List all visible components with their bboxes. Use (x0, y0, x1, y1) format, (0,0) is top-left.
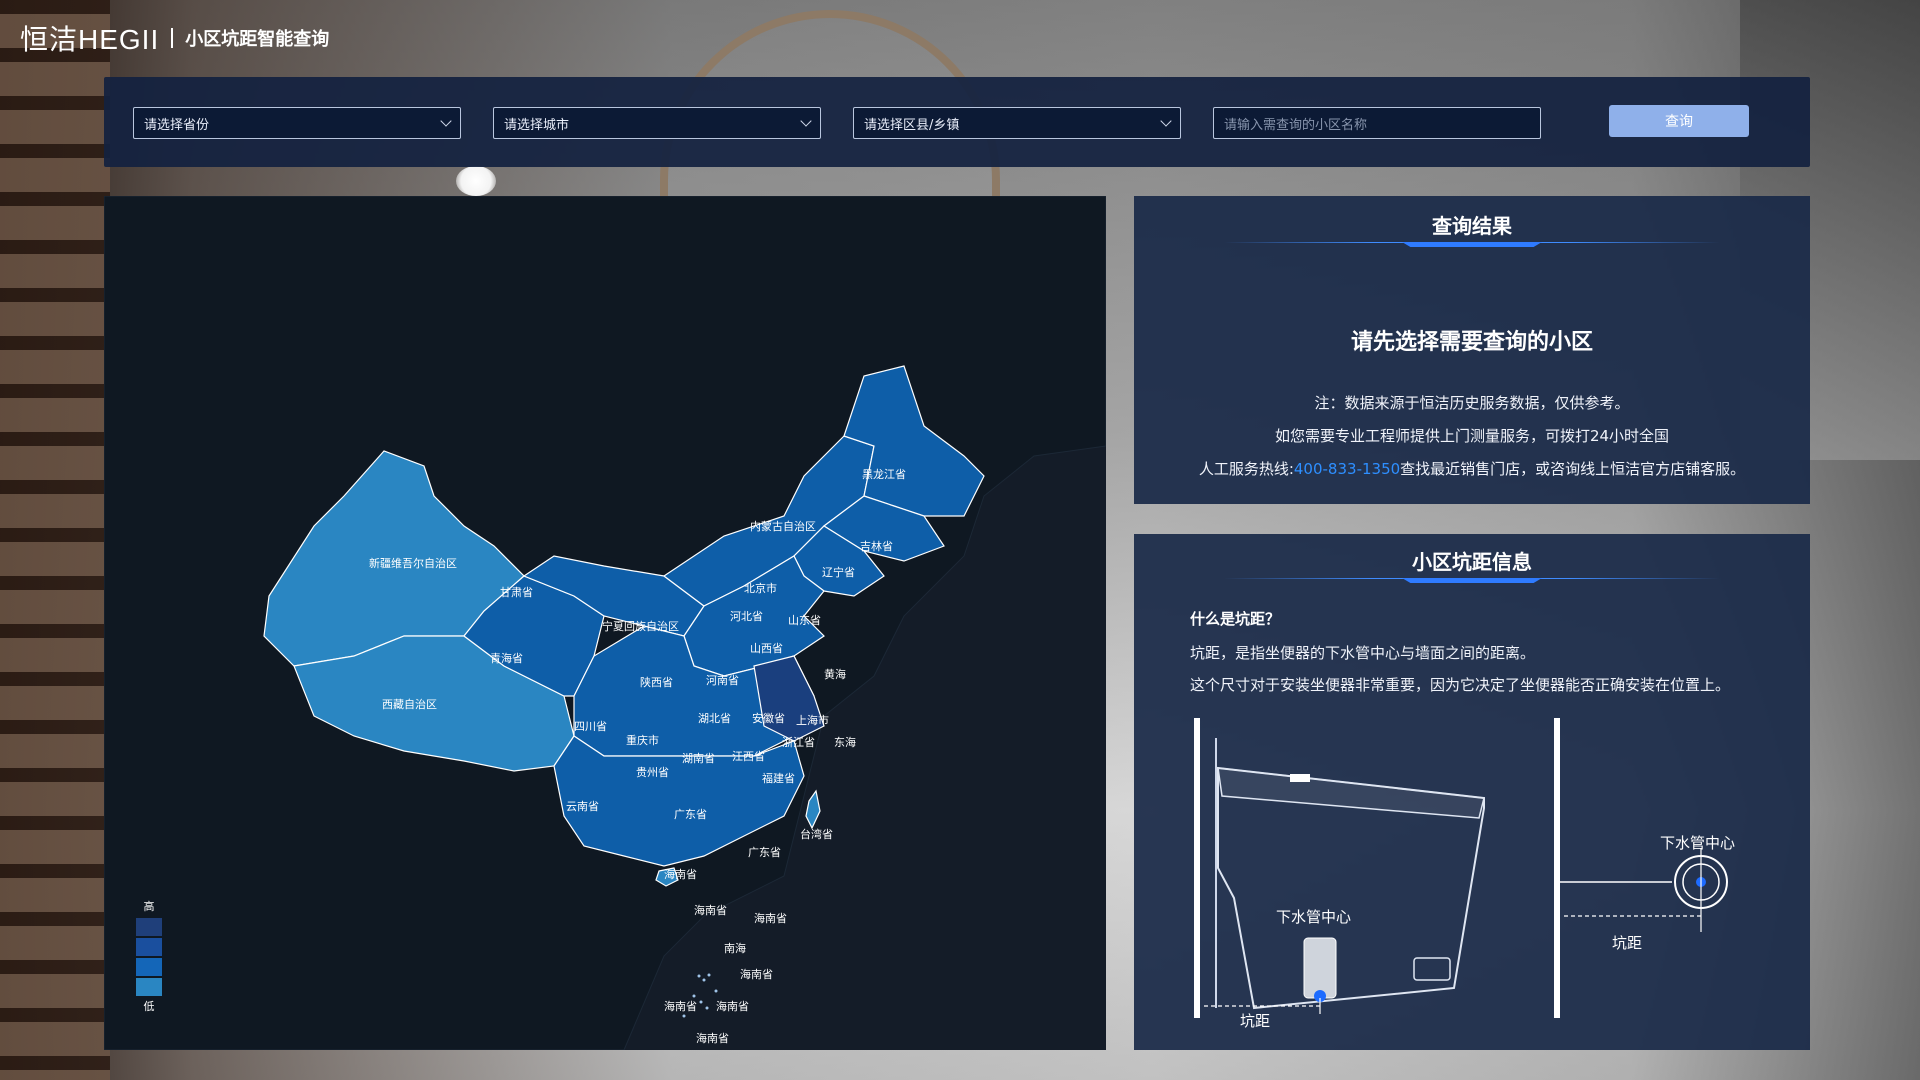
map-label-hunan: 湖南省 (682, 752, 715, 765)
map-label-taiwan: 台湾省 (800, 827, 833, 841)
community-search-placeholder: 请输入需查询的小区名称 (1224, 117, 1368, 133)
note-line3-prefix: 人工服务热线: (1198, 460, 1294, 478)
community-search-input[interactable]: 请输入需查询的小区名称 (1213, 107, 1541, 139)
result-note-line3: 人工服务热线:400-833-1350查找最近销售门店，或咨询线上恒洁官方店铺客… (1134, 458, 1810, 479)
map-label-shanxi: 山西省 (750, 642, 783, 655)
chevron-down-icon (440, 115, 452, 127)
map-label-hubei: 湖北省 (698, 712, 731, 725)
map-label-hebei: 河北省 (730, 610, 763, 623)
map-label-island-4: 海南省 (664, 999, 697, 1013)
map-label-liaoning: 辽宁省 (822, 565, 855, 579)
map-label-zhejiang: 浙江省 (782, 736, 815, 749)
district-select[interactable]: 请选择区县/乡镇 (853, 107, 1181, 139)
map-label-guangdong: 广东省 (748, 846, 781, 859)
map-label-xinjiang: 新疆维吾尔自治区 (369, 556, 457, 570)
map-label-qinghai: 青海省 (490, 651, 523, 665)
drain-top-diagram: 下水管中心 坑距 (1554, 718, 1774, 1028)
header-divider (171, 28, 174, 48)
legend-swatch (136, 978, 162, 996)
result-title: 查询结果 (1432, 214, 1512, 238)
hotline-link[interactable]: 400-833-1350 (1294, 460, 1400, 478)
map-label-neimenggu: 内蒙古自治区 (750, 519, 816, 533)
map-label-island-2: 海南省 (754, 911, 787, 925)
china-map: 新疆维吾尔自治区 西藏自治区 青海省 甘肃省 内蒙古自治区 黑龙江省 吉林省 辽… (104, 196, 1106, 1050)
city-select-text: 请选择城市 (504, 117, 570, 133)
result-heading: 请先选择需要查询的小区 (1350, 330, 1593, 355)
province-select-text: 请选择省份 (144, 117, 210, 133)
map-label-island-1: 海南省 (694, 903, 727, 917)
map-label-chongqing: 重庆市 (626, 733, 659, 747)
map-label-hainan: 海南省 (664, 867, 697, 881)
background-slats (0, 0, 110, 1080)
map-label-fujian: 福建省 (762, 771, 795, 785)
diagram-right-drain-label: 下水管中心 (1660, 834, 1736, 852)
map-label-guizhou: 贵州省 (636, 766, 669, 779)
toilet-side-diagram: 下水管中心 坑距 (1194, 718, 1504, 1030)
legend-low-label: 低 (143, 1000, 155, 1013)
map-label-guangxi: 广东省 (674, 808, 707, 821)
drain-top-illustration (1554, 718, 1728, 1018)
map-label-ningxia: 宁夏回族自治区 (602, 619, 679, 633)
map-label-nanhai: 南海 (724, 941, 746, 955)
diagram-left-distance-label: 坑距 (1240, 1012, 1271, 1030)
map-label-henan: 河南省 (706, 674, 739, 687)
map-label-huanghai: 黄海 (824, 667, 846, 681)
note-line3-suffix: 查找最近销售门店，或咨询线上恒洁官方店铺客服。 (1400, 460, 1746, 478)
region-taiwan[interactable] (805, 789, 821, 830)
map-label-gansu: 甘肃省 (500, 586, 533, 599)
toilet-side-illustration (1194, 718, 1485, 1018)
info-title: 小区坑距信息 (1412, 550, 1532, 574)
legend-swatch (136, 938, 162, 956)
province-select[interactable]: 请选择省份 (133, 107, 461, 139)
map-label-island-6: 海南省 (696, 1031, 729, 1045)
map-label-jilin: 吉林省 (860, 539, 893, 553)
brand-logo[interactable]: 恒洁HEGII (20, 18, 159, 58)
search-button[interactable]: 查询 (1609, 105, 1749, 137)
chevron-down-icon (800, 115, 812, 127)
china-map-panel: 新疆维吾尔自治区 西藏自治区 青海省 甘肃省 内蒙古自治区 黑龙江省 吉林省 辽… (104, 196, 1106, 1050)
map-label-xizang: 西藏自治区 (382, 697, 437, 711)
district-select-text: 请选择区县/乡镇 (864, 117, 960, 133)
info-question: 什么是坑距？ (1190, 610, 1281, 628)
header: 恒洁HEGII 小区坑距智能查询 (20, 18, 329, 58)
query-result-card: 查询结果 请先选择需要查询的小区 注：数据来源于恒洁历史服务数据，仅供参考。 如… (1134, 196, 1810, 504)
map-label-sichuan: 四川省 (574, 720, 607, 733)
map-label-beijing: 北京市 (744, 581, 777, 595)
map-legend: 高 低 (134, 898, 164, 1016)
map-label-jiangxi: 江西省 (732, 750, 765, 763)
legend-swatch (136, 918, 162, 936)
map-label-yunnan: 云南省 (566, 800, 599, 813)
map-label-island-3: 海南省 (740, 967, 773, 981)
map-label-donghai: 东海 (834, 735, 856, 749)
legend-high-label: 高 (143, 900, 155, 913)
legend-swatch (136, 958, 162, 976)
diagram-left-drain-label: 下水管中心 (1276, 908, 1352, 926)
title-decoration (1224, 576, 1720, 584)
chevron-down-icon (1160, 115, 1172, 127)
map-label-heilongjiang: 黑龙江省 (862, 468, 906, 481)
map-label-shandong: 山东省 (788, 614, 821, 627)
query-bar: 请选择省份 请选择城市 请选择区县/乡镇 请输入需查询的小区名称 查询 (104, 77, 1810, 167)
result-note-line1: 注：数据来源于恒洁历史服务数据，仅供参考。 (1314, 394, 1630, 412)
diagram-right-distance-label: 坑距 (1612, 934, 1643, 952)
map-label-island-5: 海南省 (716, 999, 749, 1013)
map-label-shaanxi: 陕西省 (640, 675, 673, 689)
title-decoration (1224, 240, 1720, 248)
map-label-shanghai: 上海市 (796, 713, 829, 727)
info-answer1: 坑距，是指坐便器的下水管中心与墙面之间的距离。 (1190, 644, 1536, 662)
info-answer2: 这个尺寸对于安装坐便器非常重要，因为它决定了坐便器能否正确安装在位置上。 (1190, 676, 1731, 694)
result-note-line2: 如您需要专业工程师提供上门测量服务，可拨打24小时全国 (1274, 427, 1670, 445)
pit-distance-info-card: 小区坑距信息 什么是坑距？ 坑距，是指坐便器的下水管中心与墙面之间的距离。 这个… (1134, 534, 1810, 1050)
city-select[interactable]: 请选择城市 (493, 107, 821, 139)
background-lamp (456, 166, 496, 196)
page-title: 小区坑距智能查询 (185, 29, 330, 50)
map-label-anhui: 安徽省 (752, 711, 785, 725)
